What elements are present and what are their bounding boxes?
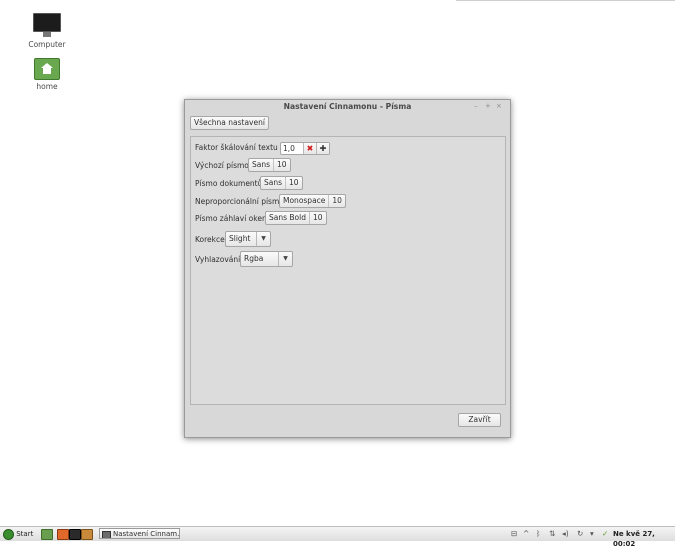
- desktop-icon-computer[interactable]: Computer: [17, 13, 77, 49]
- start-logo-icon: [3, 529, 14, 540]
- files-icon[interactable]: [81, 529, 93, 540]
- document-font-label: Písmo dokumentů: [195, 179, 263, 188]
- hinting-label: Korekce: [195, 235, 225, 244]
- titlebar-font-name: Sans Bold: [269, 213, 306, 222]
- update-ok-icon[interactable]: ✓: [602, 529, 608, 539]
- document-font-button[interactable]: Sans 10: [260, 176, 303, 190]
- text-scaling-spinner: 1,0 ✖ ✚: [280, 142, 330, 155]
- monospace-font-name: Monospace: [283, 196, 326, 205]
- default-font-button[interactable]: Sans 10: [248, 158, 291, 172]
- bluetooth-icon[interactable]: ᛒ: [536, 529, 541, 539]
- monospace-font-button[interactable]: Monospace 10: [279, 194, 346, 208]
- antialiasing-label: Vyhlazování: [195, 255, 241, 264]
- titlebar-font-button[interactable]: Sans Bold 10: [265, 211, 327, 225]
- display-icon[interactable]: ⊟: [511, 529, 517, 539]
- volume-icon[interactable]: ◂): [562, 529, 569, 539]
- window-titlebar[interactable]: Nastavení Cinnamonu - Písma – + ×: [185, 100, 510, 114]
- close-window-button[interactable]: ×: [496, 102, 502, 110]
- text-scaling-value[interactable]: 1,0: [281, 143, 303, 154]
- clock[interactable]: Ne kvě 27, 00:02: [613, 529, 675, 549]
- desktop-icon-label: Computer: [28, 40, 66, 49]
- hinting-value: Slight: [229, 234, 251, 243]
- start-label: Start: [16, 530, 34, 538]
- chevron-down-icon: ▼: [256, 232, 270, 246]
- terminal-icon[interactable]: [69, 529, 81, 540]
- computer-icon: [33, 13, 61, 37]
- minimize-button[interactable]: –: [474, 102, 478, 110]
- tray-expand-icon[interactable]: ^: [523, 529, 529, 539]
- all-settings-button[interactable]: Všechna nastavení: [190, 116, 269, 130]
- titlebar-font-label: Písmo záhlaví oken: [195, 214, 267, 223]
- monospace-font-size: 10: [328, 195, 345, 207]
- hinting-select[interactable]: Slight ▼: [225, 231, 271, 247]
- firefox-icon[interactable]: [57, 529, 69, 540]
- default-font-name: Sans: [252, 160, 271, 169]
- taskbar-window-button[interactable]: Nastavení Cinnam...: [99, 528, 180, 539]
- document-font-size: 10: [285, 177, 302, 189]
- close-button[interactable]: Zavřít: [458, 413, 501, 427]
- document-font-name: Sans: [264, 178, 283, 187]
- desktop-icon-label: home: [36, 82, 58, 91]
- fonts-panel: Faktor škálování textu 1,0 ✖ ✚ Výchozí p…: [190, 136, 506, 405]
- top-edge-line: [456, 0, 675, 1]
- settings-window: Nastavení Cinnamonu - Písma – + × Všechn…: [184, 99, 511, 438]
- show-desktop-icon[interactable]: [41, 529, 53, 540]
- battery-icon[interactable]: ▾: [590, 529, 594, 539]
- desktop-icon-home[interactable]: home: [17, 58, 77, 91]
- start-button[interactable]: Start: [3, 529, 41, 540]
- network-icon[interactable]: ⇅: [549, 529, 555, 539]
- window-title: Nastavení Cinnamonu - Písma: [283, 102, 412, 111]
- monospace-font-label: Neproporcionální písmo: [195, 197, 284, 206]
- antialiasing-select[interactable]: Rgba ▼: [240, 251, 293, 267]
- settings-window-icon: [102, 531, 111, 538]
- default-font-label: Výchozí písmo: [195, 161, 249, 170]
- home-folder-icon: [34, 58, 60, 80]
- antialiasing-value: Rgba: [244, 254, 264, 263]
- titlebar-font-size: 10: [308, 212, 326, 224]
- maximize-button[interactable]: +: [485, 102, 491, 110]
- decrease-button[interactable]: ✖: [303, 143, 316, 154]
- taskbar-window-label: Nastavení Cinnam...: [113, 530, 180, 538]
- chevron-down-icon: ▼: [278, 252, 292, 266]
- text-scaling-label: Faktor škálování textu: [195, 143, 278, 152]
- taskbar: Start Nastavení Cinnam... ⊟ ^ ᛒ ⇅ ◂) ↻ ▾…: [0, 526, 675, 548]
- power-icon[interactable]: ↻: [577, 529, 583, 539]
- increase-button[interactable]: ✚: [316, 143, 329, 154]
- default-font-size: 10: [273, 159, 290, 171]
